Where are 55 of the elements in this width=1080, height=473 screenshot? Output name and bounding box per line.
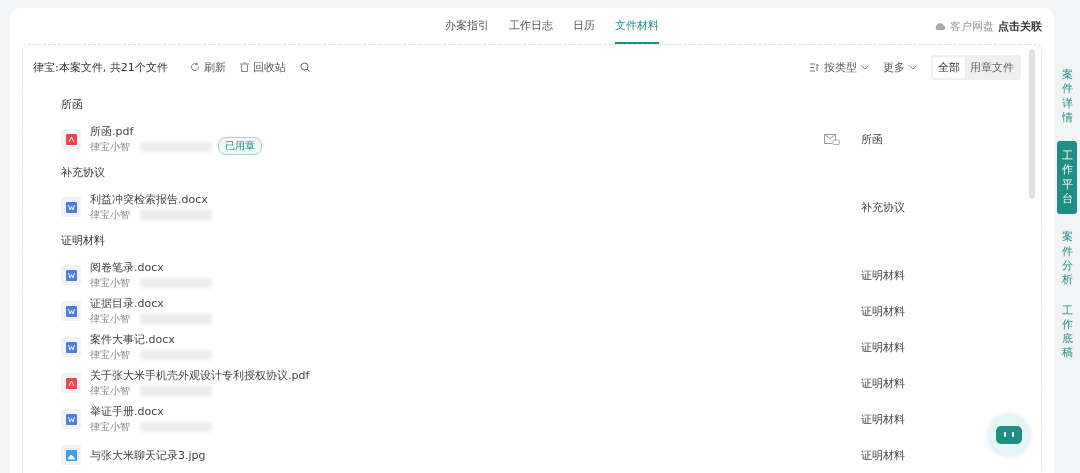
nav-tab[interactable]: 日历 xyxy=(573,8,595,44)
file-category: 证明材料 xyxy=(861,411,906,427)
file-name[interactable]: 关于张大米手机壳外观设计专利授权协议.pdf xyxy=(90,368,310,383)
file-category: 证明材料 xyxy=(861,267,906,283)
group-heading: 补充协议 xyxy=(61,164,106,181)
file-category: 证明材料 xyxy=(861,339,906,355)
file-name[interactable]: 案件大事记.docx xyxy=(90,332,218,347)
file-name[interactable]: 举证手册.docx xyxy=(90,404,218,419)
file-name[interactable]: 利益冲突检索报告.docx xyxy=(90,192,218,207)
file-sender: 律宝小智 xyxy=(90,140,130,154)
nav-tab[interactable]: 文件材料 xyxy=(615,8,659,44)
group-heading: 证明材料 xyxy=(61,232,106,249)
nav-tab[interactable]: 工作日志 xyxy=(509,8,553,44)
nav-tab[interactable]: 办案指引 xyxy=(445,8,489,44)
group-heading: 所函 xyxy=(61,96,84,113)
file-name[interactable]: 阅卷笔录.docx xyxy=(90,260,218,275)
chevron-down-icon xyxy=(861,64,869,70)
refresh-button[interactable]: 刷新 xyxy=(189,59,226,75)
file-sender: 律宝小智 xyxy=(90,384,130,398)
scrollbar[interactable] xyxy=(1029,49,1035,199)
file-name[interactable]: 与张大米聊天记录3.jpg xyxy=(90,447,218,463)
link-action[interactable]: 点击关联 xyxy=(998,18,1042,34)
sort-icon xyxy=(810,62,820,72)
search-button[interactable] xyxy=(299,62,310,72)
assistant-button[interactable] xyxy=(989,415,1029,455)
side-tab[interactable]: 案件分析 xyxy=(1061,230,1073,288)
file-name[interactable]: 证据目录.docx xyxy=(90,296,218,311)
refresh-icon xyxy=(189,62,200,72)
filter-option[interactable]: 全部 xyxy=(933,56,965,78)
file-name[interactable]: 所函.pdf xyxy=(90,124,218,139)
status-badge: 已用章 xyxy=(218,137,262,155)
side-tab[interactable]: 工作底稿 xyxy=(1061,303,1073,361)
file-sender: 律宝小智 xyxy=(90,276,130,290)
file-sender: 律宝小智 xyxy=(90,348,130,362)
chevron-down-icon xyxy=(909,64,917,70)
recycle-bin-button[interactable]: 回收站 xyxy=(239,59,286,75)
file-category: 证明材料 xyxy=(861,375,906,391)
sort-dropdown[interactable]: 按类型 xyxy=(810,59,869,75)
side-tab[interactable]: 工作平台 xyxy=(1057,141,1077,215)
file-sender: 律宝小智 xyxy=(90,312,130,326)
cloud-label: 客户网盘 xyxy=(950,18,994,34)
filter-option[interactable]: 用章文件 xyxy=(965,56,1019,78)
file-category: 补充协议 xyxy=(861,199,906,215)
file-category: 证明材料 xyxy=(861,303,906,319)
side-tab[interactable]: 案件详情 xyxy=(1061,68,1073,126)
trash-icon xyxy=(239,62,249,72)
file-sender: 律宝小智 xyxy=(90,420,130,434)
robot-face-icon xyxy=(996,426,1022,444)
file-category: 所函 xyxy=(861,131,884,147)
cloud-icon xyxy=(934,21,946,31)
search-icon xyxy=(299,62,310,72)
file-category: 证明材料 xyxy=(861,447,906,463)
file-sender: 律宝小智 xyxy=(90,208,130,222)
file-summary: 律宝:本案文件, 共21个文件 xyxy=(33,59,168,75)
more-dropdown[interactable]: 更多 xyxy=(883,59,917,75)
